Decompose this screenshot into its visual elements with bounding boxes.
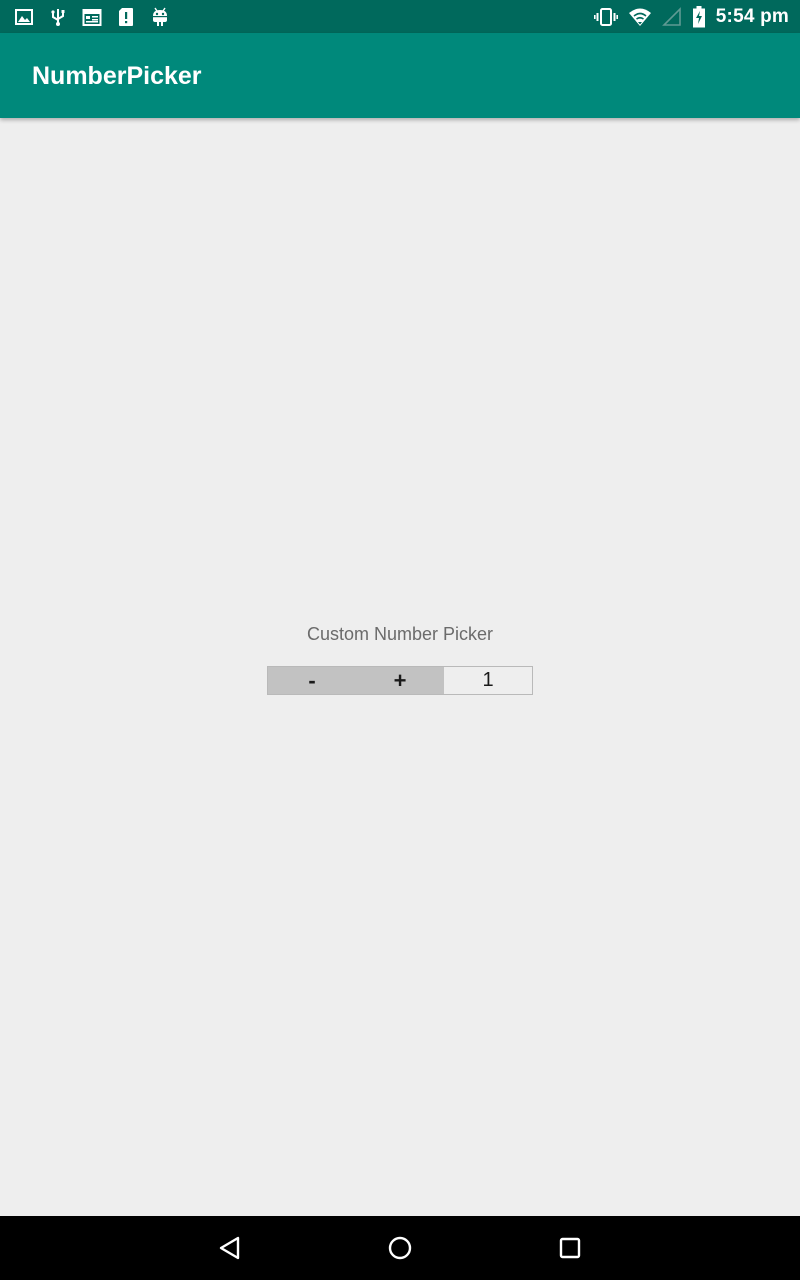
status-bar: 5:54 pm xyxy=(0,0,800,33)
picker-value: 1 xyxy=(482,669,494,691)
increment-button[interactable]: + xyxy=(356,667,444,694)
android-icon xyxy=(153,7,167,26)
number-picker: - + 1 xyxy=(267,666,533,695)
cellular-signal-icon xyxy=(661,7,681,26)
navigation-bar xyxy=(0,1216,800,1280)
system-status-icons: 5:54 pm xyxy=(593,4,789,30)
home-icon[interactable] xyxy=(384,1232,416,1264)
app-title: NumberPicker xyxy=(32,62,202,90)
picker-label: Custom Number Picker xyxy=(306,624,494,644)
back-icon[interactable] xyxy=(214,1232,246,1264)
screen: 5:54 pm NumberPicker Custom Number Picke… xyxy=(0,0,800,1280)
sd-card-alert-icon xyxy=(119,8,133,26)
notification-icons xyxy=(14,6,170,28)
wifi-icon xyxy=(628,8,651,26)
vibrate-icon xyxy=(593,8,618,26)
recents-icon[interactable] xyxy=(554,1232,586,1264)
battery-charging-icon xyxy=(692,6,705,28)
decrement-button[interactable]: - xyxy=(268,667,356,694)
status-time: 5:54 pm xyxy=(715,6,789,27)
usb-icon xyxy=(51,9,65,26)
calendar-icon xyxy=(82,9,102,26)
image-icon xyxy=(15,9,33,25)
app-bar: NumberPicker xyxy=(0,33,800,118)
